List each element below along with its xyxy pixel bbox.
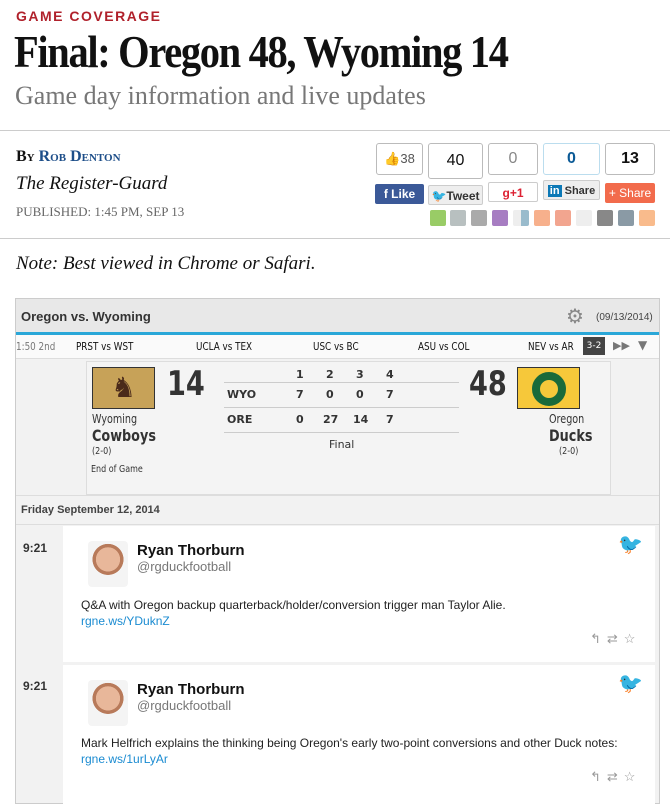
linkedin-icon: in [547, 185, 562, 197]
widget-title: Oregon vs. Wyoming [21, 309, 151, 324]
quarter-score: 0 [296, 413, 304, 426]
tweet-handle[interactable]: @rgduckfootball [137, 559, 231, 574]
facebook-like-button[interactable]: f Like [375, 184, 424, 204]
twitter-count: 40 [428, 143, 483, 179]
ticker-game[interactable]: NEV vs AR [528, 340, 574, 353]
ticker-game[interactable]: PRST vs WST [76, 340, 133, 353]
avatar[interactable] [88, 680, 128, 726]
publication: The Register-Guard [16, 173, 168, 194]
away-name: Cowboys [92, 426, 156, 445]
linkedin-share-button[interactable]: in Share [543, 180, 600, 200]
ticker-game[interactable]: USC vs BC [313, 340, 359, 353]
widget-header: Oregon vs. Wyoming ⚙ (09/13/2014) [16, 299, 659, 335]
tweet-link[interactable]: rgne.ws/1urLyAr [81, 752, 168, 766]
widget-date: (09/13/2014) [596, 312, 653, 323]
next-icon[interactable]: ▶▶ [613, 339, 630, 352]
divider [0, 238, 670, 239]
twitter-bird-icon[interactable]: 🐦 [618, 532, 643, 557]
scoreboard: ♞ 14 Wyoming Cowboys (2-0) End of Game 1… [86, 361, 611, 495]
tweet-time: 9:21 [23, 679, 48, 693]
away-record: (2-0) [92, 446, 112, 457]
period-label: 2 [326, 368, 334, 381]
home-abbr: ORE [227, 413, 253, 426]
delicious-icon[interactable] [513, 210, 529, 226]
tweet-actions[interactable]: ↰⇄☆ [590, 631, 641, 647]
dropdown-icon[interactable]: ▼ [638, 338, 647, 352]
quarter-score: 27 [323, 413, 339, 426]
ticker-game[interactable]: ASU vs COL [418, 340, 469, 353]
away-city: Wyoming [92, 412, 138, 426]
blogger-icon[interactable] [639, 210, 655, 226]
tweet-time: 9:21 [23, 541, 48, 555]
tweet-button[interactable]: 🐦Tweet [428, 185, 483, 205]
addthis-count: 13 [605, 143, 655, 175]
email-icon[interactable] [450, 210, 466, 226]
tweet-actions[interactable]: ↰⇄☆ [590, 769, 641, 785]
score-ticker: 1:50 2nd PRST vs WST UCLA vs TEX USC vs … [16, 335, 659, 359]
oregon-logo [517, 367, 580, 409]
ticker-badge[interactable]: 3-2 [583, 337, 605, 355]
divider [0, 130, 670, 131]
quarter-score: 14 [353, 413, 369, 426]
tweet-author[interactable]: Ryan Thorburn [137, 542, 245, 559]
tweet-text: Q&A with Oregon backup quarterback/holde… [81, 598, 506, 628]
divider [224, 432, 459, 433]
home-record: (2-0) [559, 446, 579, 457]
linkedin-count: 0 [543, 143, 600, 175]
ticker-game[interactable]: UCLA vs TEX [196, 340, 252, 353]
quarter-score: 0 [326, 388, 334, 401]
author-link[interactable]: Rob Denton [39, 148, 121, 165]
period-label: 1 [296, 368, 304, 381]
byline: By Rob Denton [16, 148, 121, 166]
twitter-icon: 🐦 [431, 189, 447, 203]
gmail-icon[interactable] [471, 210, 487, 226]
home-city: Oregon [549, 412, 585, 426]
browser-note: Note: Best viewed in Chrome or Safari. [16, 253, 316, 274]
page-title: Final: Oregon 48, Wyoming 14 [14, 27, 509, 77]
ticker-status: 1:50 2nd [16, 340, 56, 353]
divider [224, 407, 459, 408]
tweet-text: Mark Helfrich explains the thinking bein… [81, 736, 618, 766]
tweet-author[interactable]: Ryan Thorburn [137, 681, 245, 698]
page-subtitle: Game day information and live updates [15, 81, 426, 110]
reddit-icon[interactable] [576, 210, 592, 226]
avatar[interactable] [88, 541, 128, 587]
wyoming-logo: ♞ [92, 367, 155, 409]
quarter-score: 0 [356, 388, 364, 401]
tweet: Ryan Thorburn @rgduckfootball 🐦 Q&A with… [63, 526, 655, 662]
period-label: 4 [386, 368, 394, 381]
quarter-score: 7 [386, 388, 394, 401]
gear-icon[interactable]: ⚙ [566, 304, 584, 329]
tweet-handle[interactable]: @rgduckfootball [137, 698, 231, 713]
tweet: Ryan Thorburn @rgduckfootball 🐦 Mark Hel… [63, 665, 655, 805]
facebook-count: 👍38 [376, 143, 423, 175]
print-icon[interactable] [430, 210, 446, 226]
thumbs-up-icon: 👍 [384, 151, 401, 166]
live-coverage-widget: Oregon vs. Wyoming ⚙ (09/13/2014) 1:50 2… [15, 298, 660, 805]
stumbleupon-icon[interactable] [555, 210, 571, 226]
addthis-share-button[interactable]: + Share [605, 183, 655, 203]
quarter-score: 7 [296, 388, 304, 401]
divider [224, 382, 459, 383]
tweet-link[interactable]: rgne.ws/YDuknZ [81, 614, 170, 628]
day-header: Friday September 12, 2014 [21, 504, 160, 516]
home-name: Ducks [549, 426, 593, 445]
quarter-score: 7 [386, 413, 394, 426]
section-kicker: GAME COVERAGE [16, 8, 162, 24]
by-label: By [16, 148, 35, 165]
published-time: PUBLISHED: 1:45 PM, SEP 13 [16, 204, 185, 219]
yahoo-icon[interactable] [492, 210, 508, 226]
gplus-button[interactable]: g+1 [488, 182, 538, 202]
game-status: Final [329, 438, 355, 451]
period-label: 3 [356, 368, 364, 381]
away-score: 14 [167, 364, 205, 404]
away-abbr: WYO [227, 388, 257, 401]
digg-icon[interactable] [597, 210, 613, 226]
tumblr-icon[interactable] [618, 210, 634, 226]
gplus-count: 0 [488, 143, 538, 175]
home-score: 48 [469, 364, 507, 404]
twitter-bird-icon[interactable]: 🐦 [618, 671, 643, 696]
game-detail: End of Game [91, 464, 143, 475]
bebo-icon[interactable] [534, 210, 550, 226]
